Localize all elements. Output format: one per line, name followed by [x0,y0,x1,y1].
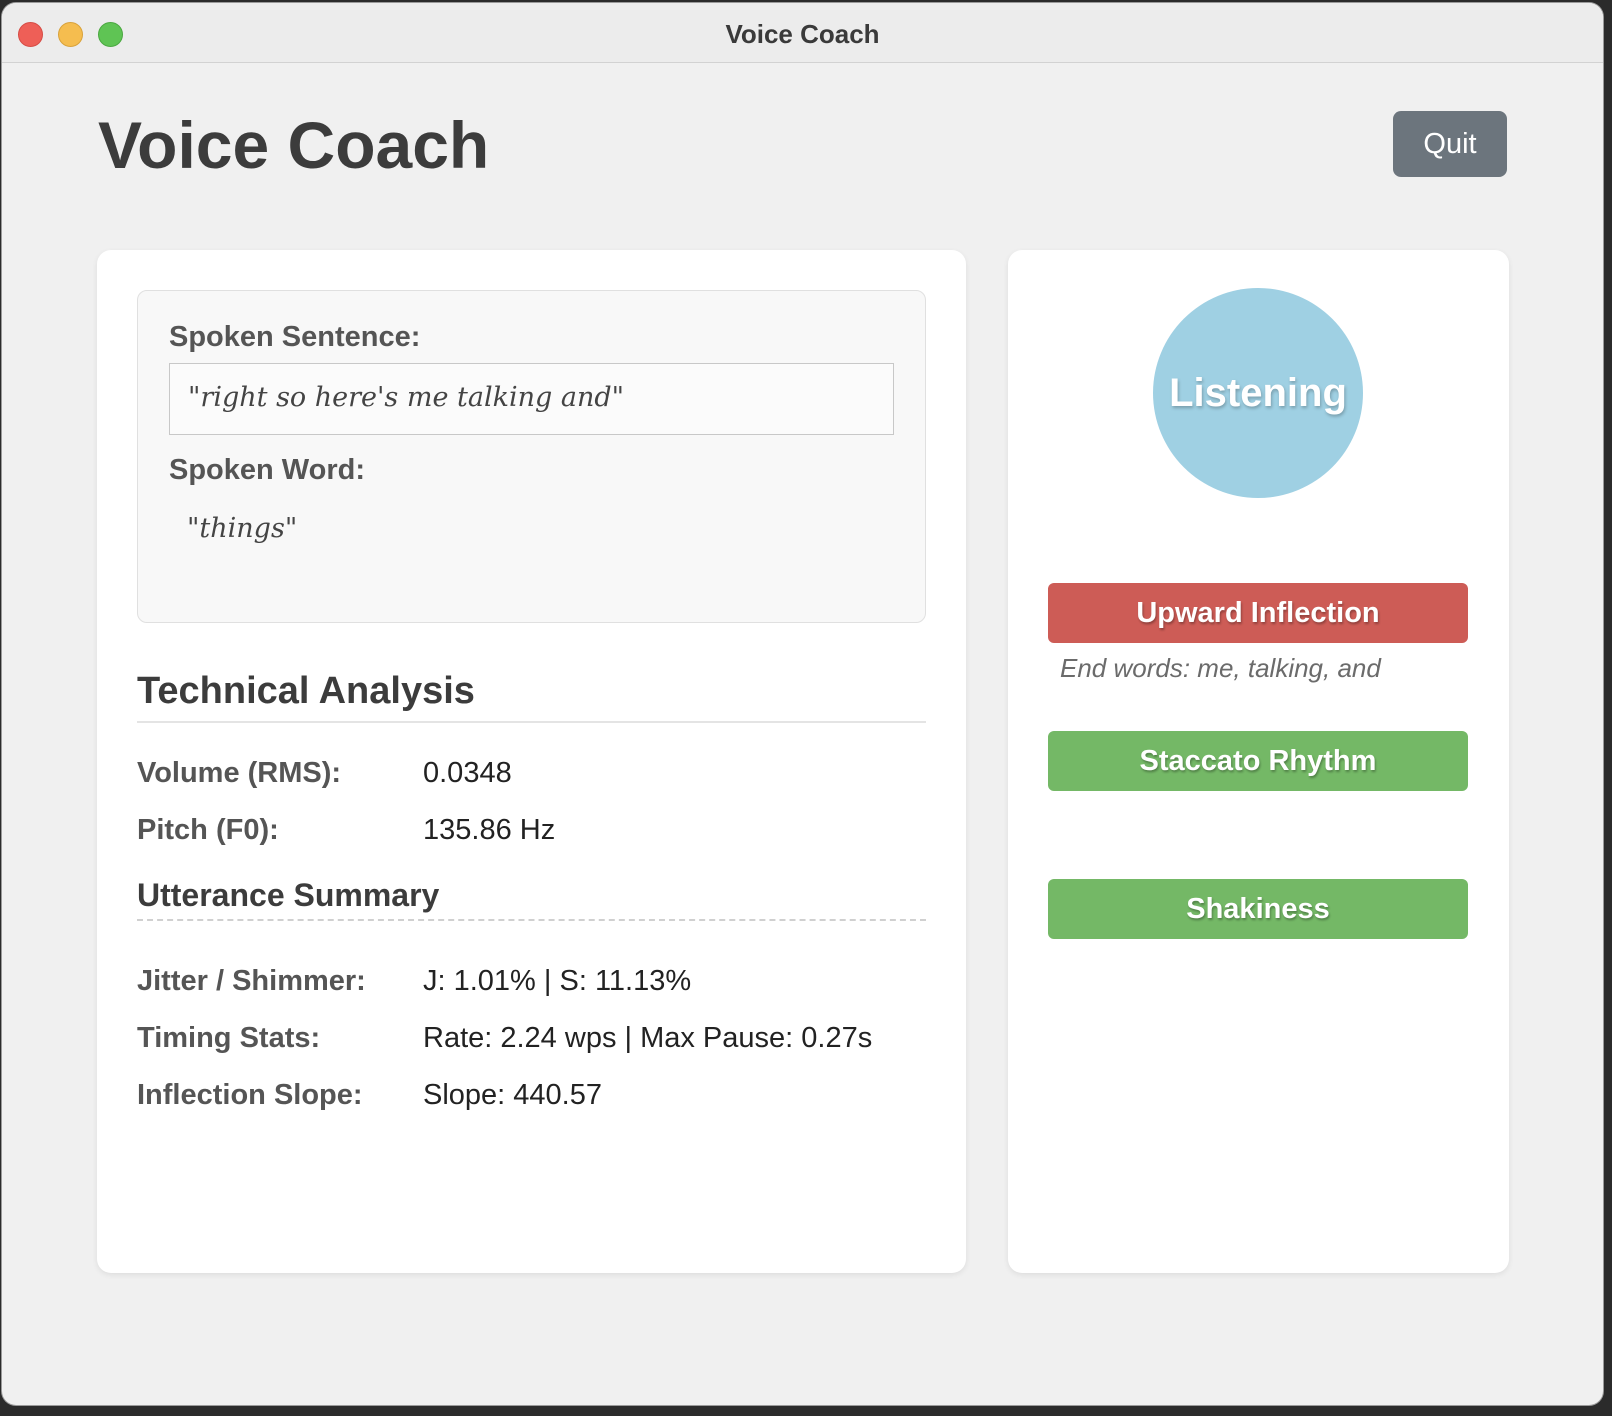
pitch-value: 135.86 Hz [423,814,556,846]
metric-row-inflection-slope: Inflection Slope: Slope: 440.57 [137,1079,926,1119]
spoken-word-label: Spoken Word: [169,454,366,486]
spoken-sentence-field: "right so here's me talking and" [169,363,894,435]
metric-row-jitter-shimmer: Jitter / Shimmer: J: 1.01% | S: 11.13% [137,965,926,1005]
upward-inflection-indicator[interactable]: Upward Inflection [1048,583,1468,643]
metric-row-timing: Timing Stats: Rate: 2.24 wps | Max Pause… [137,1022,926,1062]
spoken-sentence-label: Spoken Sentence: [169,321,421,353]
volume-value: 0.0348 [423,757,512,789]
shakiness-indicator[interactable]: Shakiness [1048,879,1468,939]
volume-label: Volume (RMS): [137,757,342,789]
feedback-panel: Listening Upward Inflection End words: m… [1008,250,1509,1273]
transcript-box: Spoken Sentence: "right so here's me tal… [137,290,926,623]
analysis-panel: Spoken Sentence: "right so here's me tal… [97,250,966,1273]
technical-analysis-heading: Technical Analysis [137,670,926,723]
title-bar[interactable]: Voice Coach [2,3,1603,63]
inflection-slope-value: Slope: 440.57 [423,1079,602,1111]
spoken-sentence-text: "right so here's me talking and" [188,382,625,413]
metric-row-pitch: Pitch (F0): 135.86 Hz [137,814,926,854]
jitter-shimmer-label: Jitter / Shimmer: [137,965,366,997]
listening-status-indicator: Listening [1153,288,1363,498]
utterance-summary-heading: Utterance Summary [137,877,926,921]
status-label: Listening [1169,370,1347,415]
quit-button[interactable]: Quit [1393,111,1507,177]
timing-stats-label: Timing Stats: [137,1022,321,1054]
staccato-rhythm-indicator[interactable]: Staccato Rhythm [1048,731,1468,791]
spoken-word-text: "things" [187,513,298,544]
timing-stats-value: Rate: 2.24 wps | Max Pause: 0.27s [423,1022,873,1054]
metric-row-volume: Volume (RMS): 0.0348 [137,757,926,797]
page-title: Voice Coach [98,108,490,182]
app-window: Voice Coach Voice Coach Quit Spoken Sent… [2,3,1603,1405]
inflection-slope-label: Inflection Slope: [137,1079,363,1111]
window-title: Voice Coach [725,19,880,49]
pitch-label: Pitch (F0): [137,814,279,846]
end-words-note: End words: me, talking, and [1060,653,1381,683]
jitter-shimmer-value: J: 1.01% | S: 11.13% [423,965,692,997]
